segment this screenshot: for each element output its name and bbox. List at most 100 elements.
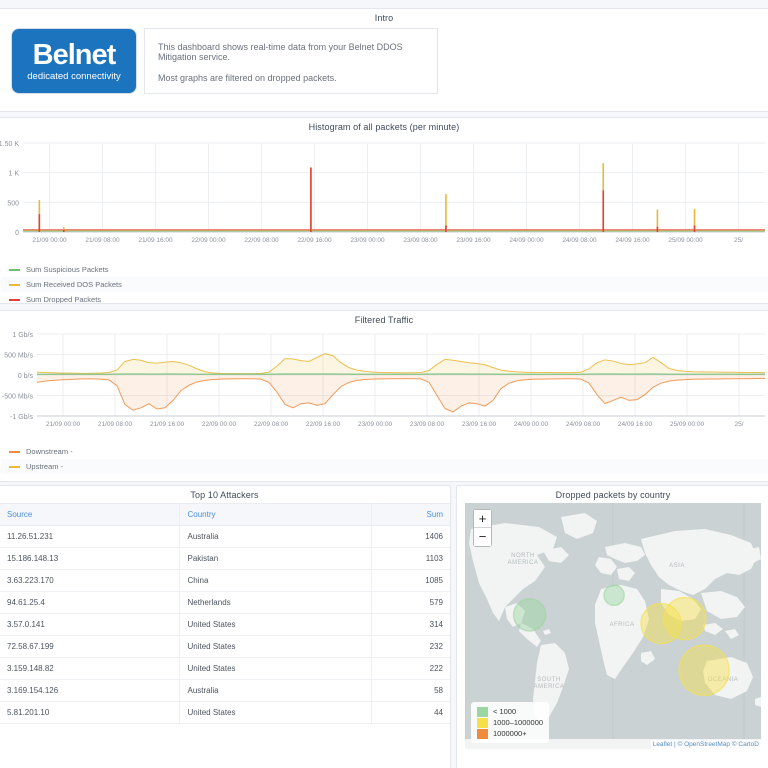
svg-text:21/09 00:00: 21/09 00:00 xyxy=(32,237,67,244)
cell-country: China xyxy=(179,569,372,592)
svg-text:22/09 08:00: 22/09 08:00 xyxy=(244,237,279,244)
intro-text-box: This dashboard shows real-time data from… xyxy=(144,28,438,94)
legend-item[interactable]: Sum Suspicious Packets xyxy=(1,262,768,277)
svg-text:0 b/s: 0 b/s xyxy=(18,373,34,380)
cell-country: United States xyxy=(179,635,372,658)
svg-text:1 K: 1 K xyxy=(8,171,19,178)
map-legend-item: 1000–1000000 xyxy=(477,717,543,728)
map-marker-australia[interactable] xyxy=(678,644,730,697)
table-row[interactable]: 3.57.0.141 United States 314 xyxy=(0,613,450,636)
svg-text:-1 Gb/s: -1 Gb/s xyxy=(10,414,33,421)
top-attackers-panel: Top 10 Attackers Source Country Sum 11.2… xyxy=(0,485,451,768)
table-row[interactable]: 15.186.148.13 Pakistan 1103 xyxy=(0,547,450,570)
leaflet-map[interactable]: NORTHAMERICASOUTHAMERICAAFRICAASIAOCEANI… xyxy=(465,503,761,749)
zoom-out-button[interactable]: − xyxy=(474,528,491,546)
filtered-traffic-panel: Filtered Traffic -1 Gb/s -500 Mb/s 0 b/s 50… xyxy=(0,310,768,482)
svg-text:24/09 08:00: 24/09 08:00 xyxy=(562,237,597,244)
column-header-source[interactable]: Source xyxy=(0,503,180,526)
cell-country: Australia xyxy=(179,679,372,702)
map-legend: < 1000 1000–1000000 1000000+ xyxy=(471,702,550,743)
svg-text:22/09 00:00: 22/09 00:00 xyxy=(191,237,226,244)
svg-text:0: 0 xyxy=(15,230,19,237)
legend-color-swatch xyxy=(9,465,20,468)
filtered-traffic-panel-title: Filtered Traffic xyxy=(354,315,414,325)
map-legend-item: < 1000 xyxy=(477,706,543,717)
cell-sum: 232 xyxy=(371,635,450,658)
svg-text:AMERICA: AMERICA xyxy=(534,684,565,690)
belnet-logo-tagline: dedicated connectivity xyxy=(27,70,121,82)
histogram-chart[interactable]: 0 500 1 K 1.50 K 21/09 00:00 21/09 08:00 21/09… xyxy=(0,135,768,260)
cell-source: 3.159.148.82 xyxy=(0,657,180,680)
table-row[interactable]: 3.169.154.126 Australia 58 xyxy=(0,679,450,702)
legend-label: Upstream - xyxy=(26,462,64,471)
table-row[interactable]: 11.26.51.231 Australia 1406 xyxy=(0,525,450,548)
svg-text:AFRICA: AFRICA xyxy=(609,622,634,628)
filtered-traffic-legend: Downstream - Upstream - xyxy=(0,442,768,474)
intro-line-1: This dashboard shows real-time data from… xyxy=(158,42,403,62)
top-attackers-panel-title: Top 10 Attackers xyxy=(190,490,259,500)
cell-sum: 579 xyxy=(371,591,450,614)
map-legend-label: < 1000 xyxy=(493,707,517,716)
cell-sum: 44 xyxy=(371,701,450,724)
legend-color-swatch xyxy=(9,298,20,301)
svg-text:500 Mb/s: 500 Mb/s xyxy=(4,353,33,360)
map-marker-netherlands[interactable] xyxy=(603,584,625,607)
map-attribution[interactable]: Leaflet | © OpenStreetMap © CartoD xyxy=(650,740,761,749)
svg-text:24/09 16:00: 24/09 16:00 xyxy=(615,237,650,244)
svg-text:NORTH: NORTH xyxy=(511,553,535,559)
svg-text:1 Gb/s: 1 Gb/s xyxy=(12,332,33,339)
map-legend-item: 1000000+ xyxy=(477,728,543,739)
column-header-country[interactable]: Country xyxy=(179,503,372,526)
map-marker-china[interactable] xyxy=(663,596,707,641)
svg-text:21/09 08:00: 21/09 08:00 xyxy=(85,237,120,244)
intro-body: Belnet dedicated connectivity This dashb… xyxy=(0,26,768,100)
table-row[interactable]: 72.58.67.199 United States 232 xyxy=(0,635,450,658)
map-marker-united-states[interactable] xyxy=(512,598,547,632)
svg-text:23/09 00:00: 23/09 00:00 xyxy=(350,237,385,244)
legend-item[interactable]: Sum Received DOS Packets xyxy=(1,277,768,292)
svg-text:23/09 00:00: 23/09 00:00 xyxy=(358,421,393,428)
legend-color-swatch xyxy=(9,450,20,453)
column-header-sum[interactable]: Sum xyxy=(371,503,450,526)
cell-sum: 1103 xyxy=(371,547,450,570)
svg-text:23/09 16:00: 23/09 16:00 xyxy=(462,421,497,428)
legend-item[interactable]: Sum Dropped Packets xyxy=(1,292,768,304)
table-row[interactable]: 3.63.223.170 China 1085 xyxy=(0,569,450,592)
map-legend-label: 1000000+ xyxy=(493,729,527,738)
cell-source: 94.61.25.4 xyxy=(0,591,180,614)
histogram-panel-title: Histogram of all packets (per minute) xyxy=(308,122,460,132)
belnet-logo-wordmark: Belnet xyxy=(32,38,117,71)
svg-text:21/09 16:00: 21/09 16:00 xyxy=(138,237,173,244)
table-row[interactable]: 94.61.25.4 Netherlands 579 xyxy=(0,591,450,614)
filtered-traffic-chart[interactable]: -1 Gb/s -500 Mb/s 0 b/s 500 Mb/s 1 Gb/s 21/09… xyxy=(0,328,768,442)
svg-text:21/09 00:00: 21/09 00:00 xyxy=(46,421,81,428)
map-legend-swatch xyxy=(477,728,488,739)
histogram-legend: Sum Suspicious Packets Sum Received DOS P… xyxy=(0,260,768,304)
top-attackers-table: Source Country Sum 11.26.51.231 Australia… xyxy=(0,503,450,724)
legend-item[interactable]: Upstream - xyxy=(1,459,768,474)
svg-text:24/09 08:00: 24/09 08:00 xyxy=(566,421,601,428)
svg-text:22/09 16:00: 22/09 16:00 xyxy=(306,421,341,428)
zoom-in-button[interactable]: + xyxy=(474,510,491,528)
svg-text:22/09 16:00: 22/09 16:00 xyxy=(297,237,332,244)
svg-text:24/09 00:00: 24/09 00:00 xyxy=(509,237,544,244)
map-panel-title: Dropped packets by country xyxy=(555,490,671,500)
map-legend-swatch xyxy=(477,706,488,717)
svg-text:-500 Mb/s: -500 Mb/s xyxy=(2,394,34,401)
svg-text:SOUTH: SOUTH xyxy=(537,677,561,683)
cell-source: 11.26.51.231 xyxy=(0,525,180,548)
svg-text:22/09 08:00: 22/09 08:00 xyxy=(254,421,289,428)
map-zoom-controls: + − xyxy=(473,509,492,547)
legend-item[interactable]: Downstream - xyxy=(1,444,768,459)
cell-sum: 222 xyxy=(371,657,450,680)
cell-source: 3.169.154.126 xyxy=(0,679,180,702)
legend-label: Sum Received DOS Packets xyxy=(26,280,122,289)
histogram-panel: Histogram of all packets (per minute) 0 5… xyxy=(0,117,768,304)
table-row[interactable]: 5.81.201.10 United States 44 xyxy=(0,701,450,724)
svg-text:25/09 00:00: 25/09 00:00 xyxy=(670,421,705,428)
map-legend-swatch xyxy=(477,717,488,728)
cell-country: United States xyxy=(179,657,372,680)
legend-label: Sum Dropped Packets xyxy=(26,295,102,304)
table-header-row: Source Country Sum xyxy=(0,503,450,526)
table-row[interactable]: 3.159.148.82 United States 222 xyxy=(0,657,450,680)
